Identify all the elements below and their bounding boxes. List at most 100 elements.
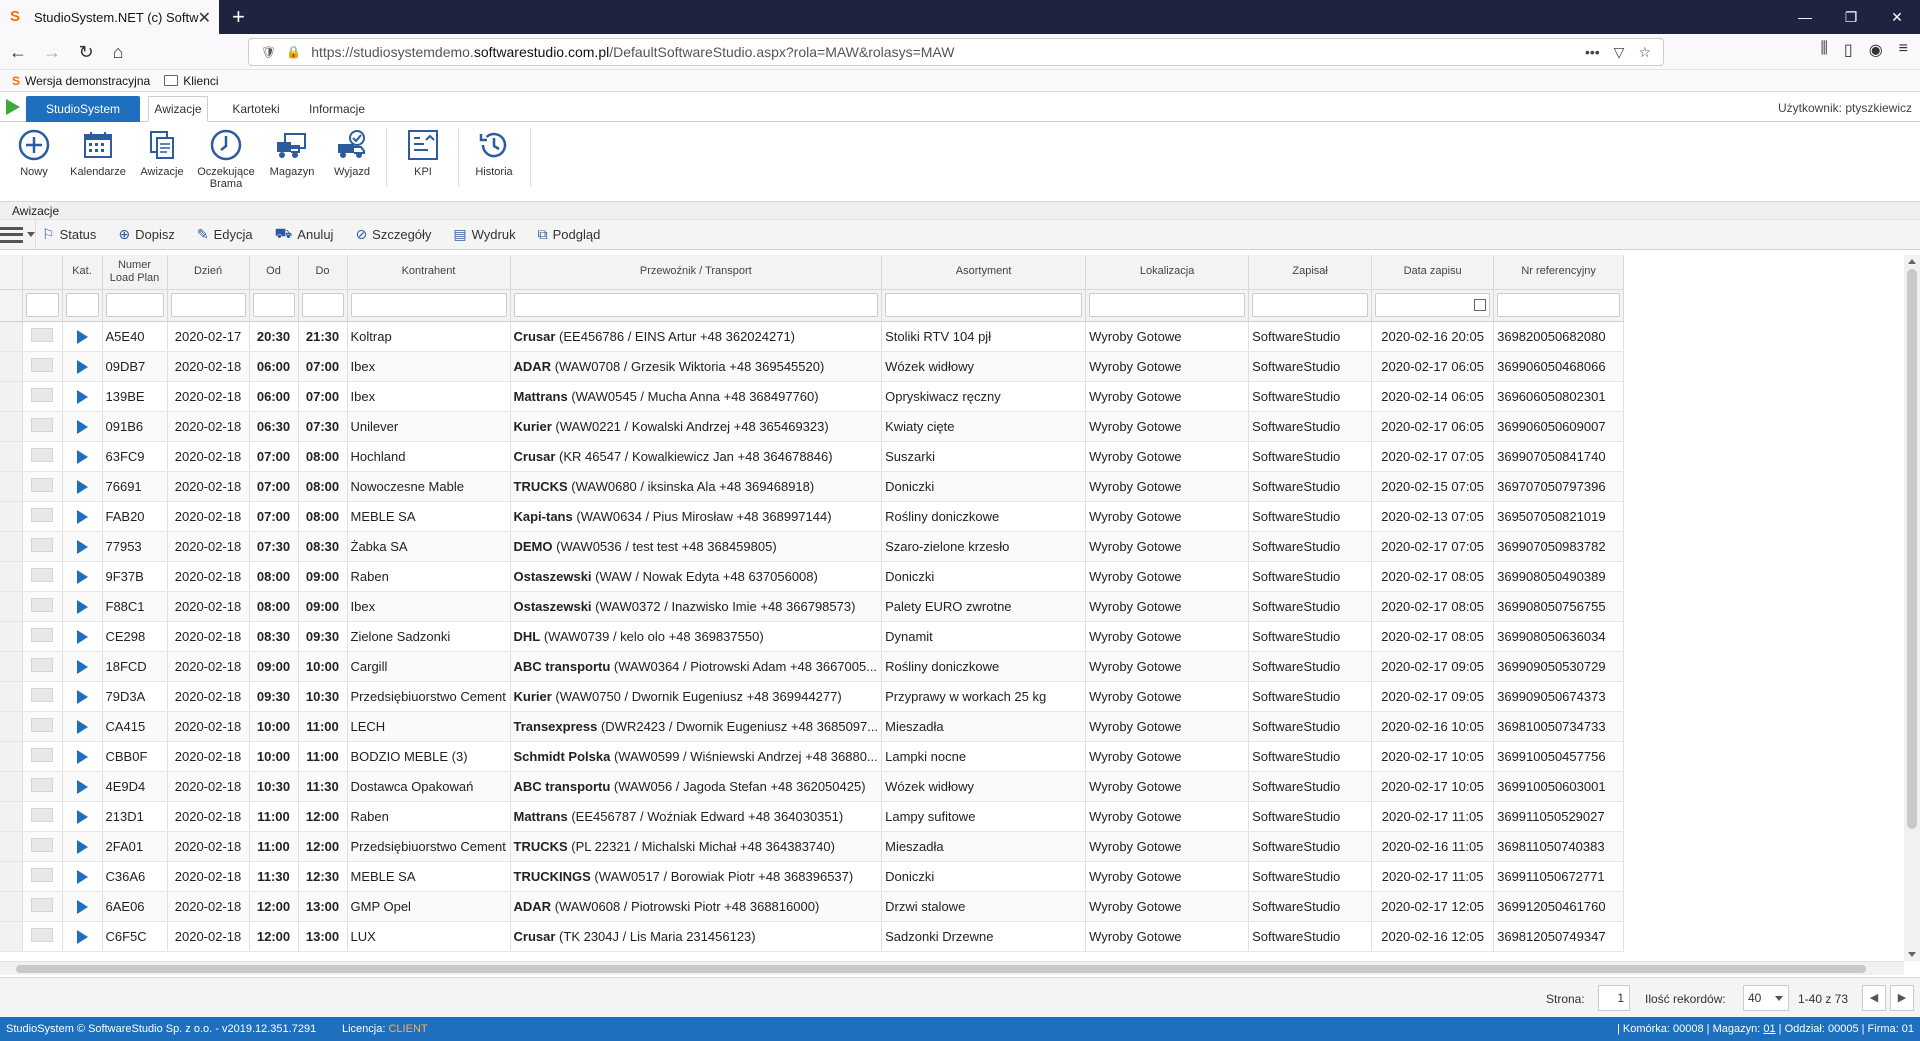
calendar-icon[interactable] — [1474, 299, 1487, 311]
more-actions-icon[interactable]: ••• — [1585, 44, 1600, 61]
library-icon[interactable]: ⫼ — [1821, 40, 1828, 60]
play-icon[interactable] — [76, 779, 88, 794]
play-icon[interactable] — [76, 329, 88, 344]
bookmark-star-icon[interactable]: ☆ — [1638, 44, 1651, 61]
tab-informacje[interactable]: Informacje — [298, 96, 376, 122]
dopisz-button[interactable]: ⊕ Dopisz — [118, 226, 174, 243]
filter-numer-input[interactable] — [105, 293, 164, 317]
reload-icon[interactable]: ↻ — [74, 40, 98, 64]
row-checkbox[interactable] — [31, 777, 53, 792]
play-icon[interactable] — [76, 629, 88, 644]
filter-zapisal-input[interactable] — [1252, 293, 1369, 317]
scroll-thumb[interactable] — [1907, 269, 1917, 829]
records-select[interactable]: 40 — [1743, 985, 1789, 1011]
row-checkbox[interactable] — [31, 687, 53, 702]
row-checkbox[interactable] — [31, 897, 53, 912]
back-icon[interactable]: ← — [6, 40, 30, 64]
row-checkbox[interactable] — [31, 567, 53, 582]
ribbon-kpi-button[interactable]: KPI — [393, 128, 453, 194]
row-selector[interactable] — [0, 561, 23, 592]
podglad-button[interactable]: ⧉ Podgląd — [538, 226, 601, 243]
row-selector[interactable] — [0, 711, 23, 742]
filter-checkbox-input[interactable] — [25, 293, 59, 317]
bookmark-wersja[interactable]: S Wersja demonstracyjna — [12, 74, 150, 88]
ribbon-historia-button[interactable]: Historia — [464, 128, 524, 194]
row-checkbox[interactable] — [31, 867, 53, 882]
page-input[interactable]: 1 — [1598, 985, 1630, 1011]
scroll-down-icon[interactable] — [1908, 952, 1916, 957]
table-row[interactable]: 6AE06 2020-02-18 12:00 13:00 GMP Opel ADAR (W… — [0, 891, 1625, 922]
grid-menu-button[interactable] — [0, 219, 36, 250]
play-icon[interactable] — [76, 899, 88, 914]
row-selector[interactable] — [0, 801, 23, 832]
table-row[interactable]: CBB0F 2020-02-18 10:00 11:00 BODZIO MEBLE (3… — [0, 741, 1625, 772]
header-przewoznik[interactable]: Przewoźnik / Transport — [510, 255, 883, 290]
row-checkbox[interactable] — [31, 447, 53, 462]
ribbon-wyjazd-button[interactable]: Wyjazd — [322, 128, 382, 194]
menu-icon[interactable]: ≡ — [1899, 40, 1908, 60]
filter-data-zapisu-input[interactable] — [1375, 293, 1491, 317]
scroll-thumb[interactable] — [16, 965, 1866, 973]
header-kat[interactable]: Kat. — [62, 255, 103, 290]
table-row[interactable]: 4E9D4 2020-02-18 10:30 11:30 Dostawca Opakow… — [0, 771, 1625, 802]
table-row[interactable]: CE298 2020-02-18 08:30 09:30 Zielone Sadzonk… — [0, 621, 1625, 652]
anuluj-button[interactable]: ⛟ Anuluj — [275, 225, 334, 244]
play-icon[interactable] — [76, 659, 88, 674]
row-selector[interactable] — [0, 591, 23, 622]
row-checkbox[interactable] — [31, 657, 53, 672]
table-row[interactable]: CA415 2020-02-18 10:00 11:00 LECH Transexpres… — [0, 711, 1625, 742]
row-selector[interactable] — [0, 741, 23, 772]
play-icon[interactable] — [76, 809, 88, 824]
header-dzien[interactable]: Dzień — [167, 255, 250, 290]
browser-tab[interactable]: S StudioSystem.NET (c) SoftwareStudio ✕ — [0, 0, 219, 34]
row-checkbox[interactable] — [31, 927, 53, 942]
table-row[interactable]: 79D3A 2020-02-18 09:30 10:30 Przedsiębiuorst… — [0, 681, 1625, 712]
header-lokalizacja[interactable]: Lokalizacja — [1085, 255, 1250, 290]
row-selector[interactable] — [0, 441, 23, 472]
horizontal-scrollbar[interactable] — [0, 961, 1904, 975]
row-selector[interactable] — [0, 681, 23, 712]
close-tab-icon[interactable]: ✕ — [198, 8, 211, 28]
table-row[interactable]: 63FC9 2020-02-18 07:00 08:00 Hochland Crusar … — [0, 441, 1625, 472]
play-icon[interactable] — [76, 449, 88, 464]
row-checkbox[interactable] — [31, 627, 53, 642]
row-selector[interactable] — [0, 321, 23, 352]
table-row[interactable]: A5E40 2020-02-17 20:30 21:30 Koltrap Crusar (… — [0, 321, 1625, 352]
ribbon-oczekujace-button[interactable]: Oczekujące Brama — [196, 128, 256, 194]
table-row[interactable]: C36A6 2020-02-18 11:30 12:30 MEBLE SA TRUCKIN… — [0, 861, 1625, 892]
row-checkbox[interactable] — [31, 417, 53, 432]
tab-kartoteki[interactable]: Kartoteki — [222, 96, 290, 122]
header-data-zapisu[interactable]: Data zapisu — [1371, 255, 1495, 290]
row-selector[interactable] — [0, 411, 23, 442]
header-numer[interactable]: Numer Load Plan — [102, 255, 168, 290]
row-selector[interactable] — [0, 891, 23, 922]
close-window-icon[interactable]: ✕ — [1874, 0, 1920, 34]
pocket-icon[interactable]: ▽ — [1614, 44, 1625, 61]
row-checkbox[interactable] — [31, 387, 53, 402]
filter-od-input[interactable] — [252, 293, 295, 317]
filter-do-input[interactable] — [301, 293, 344, 317]
ribbon-kalendarze-button[interactable]: Kalendarze — [68, 128, 128, 194]
edycja-button[interactable]: ✎ Edycja — [197, 226, 253, 243]
szczegoly-button[interactable]: ⊘ Szczegóły — [355, 226, 431, 243]
new-tab-icon[interactable]: + — [232, 4, 245, 30]
table-row[interactable]: 091B6 2020-02-18 06:30 07:30 Unilever Kurier … — [0, 411, 1625, 442]
row-checkbox[interactable] — [31, 837, 53, 852]
table-row[interactable]: 76691 2020-02-18 07:00 08:00 Nowoczesne Mabl… — [0, 471, 1625, 502]
play-icon[interactable] — [76, 869, 88, 884]
header-zapisal[interactable]: Zapisał — [1248, 255, 1373, 290]
header-kontrahent[interactable]: Kontrahent — [347, 255, 511, 290]
table-row[interactable]: C6F5C 2020-02-18 12:00 13:00 LUX Crusar (TK 2… — [0, 921, 1625, 952]
play-icon[interactable] — [76, 359, 88, 374]
play-icon[interactable] — [76, 839, 88, 854]
row-checkbox[interactable] — [31, 747, 53, 762]
status-button[interactable]: ⚐ Status — [42, 226, 96, 243]
filter-kontrahent-input[interactable] — [350, 293, 507, 317]
row-selector[interactable] — [0, 531, 23, 562]
row-checkbox[interactable] — [31, 477, 53, 492]
ribbon-magazyn-button[interactable]: Magazyn — [262, 128, 322, 194]
play-icon[interactable] — [76, 389, 88, 404]
play-icon[interactable] — [76, 539, 88, 554]
header-do[interactable]: Do — [298, 255, 348, 290]
row-selector[interactable] — [0, 861, 23, 892]
